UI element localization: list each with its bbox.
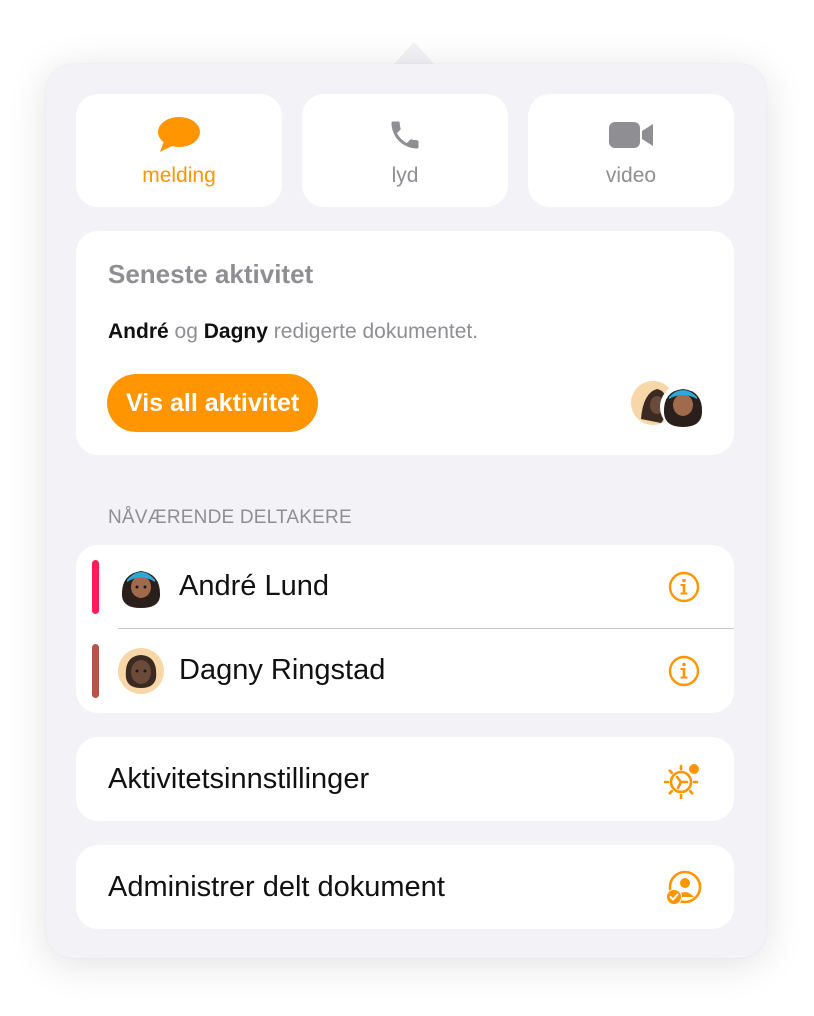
audio-label: lyd xyxy=(391,164,419,187)
participant-color-bar xyxy=(92,560,99,614)
collaboration-popover: melding lyd video Seneste aktivitet Andr… xyxy=(46,64,766,958)
activity-summary: André og Dagny redigerte dokumentet. xyxy=(108,320,478,344)
activity-name-dagny: Dagny xyxy=(203,320,268,343)
activity-description: redigerte dokumentet. xyxy=(273,320,479,343)
participants-list: André Lund Dagny Ringstad xyxy=(76,545,734,713)
participant-row-dagny[interactable]: Dagny Ringstad xyxy=(76,629,734,713)
activity-settings-row[interactable]: Aktivitetsinnstillinger xyxy=(76,737,734,821)
avatar-stack-graphic xyxy=(631,381,706,430)
avatar-andre xyxy=(118,564,164,610)
activity-settings-label: Aktivitetsinnstillinger xyxy=(108,763,370,795)
manage-shared-person-check-icon xyxy=(664,869,702,907)
manage-shared-document-row[interactable]: Administrer delt dokument xyxy=(76,845,734,929)
info-icon[interactable] xyxy=(668,655,700,687)
activity-name-andre: André xyxy=(108,320,169,343)
activity-conjunction: og xyxy=(174,320,198,343)
video-camera-icon xyxy=(607,116,655,154)
participant-avatar-stack xyxy=(631,379,707,431)
recent-activity-card: Seneste aktivitet André og Dagny rediger… xyxy=(76,231,734,455)
participant-name: Dagny Ringstad xyxy=(179,654,386,686)
message-label: melding xyxy=(142,164,216,187)
video-label: video xyxy=(605,164,657,187)
participant-row-andre[interactable]: André Lund xyxy=(76,545,734,629)
popover-arrow xyxy=(392,42,436,66)
participant-name: André Lund xyxy=(179,570,329,602)
message-bubble-icon xyxy=(155,116,203,154)
audio-call-button[interactable]: lyd xyxy=(302,94,508,207)
phone-icon xyxy=(387,116,423,154)
recent-activity-title: Seneste aktivitet xyxy=(108,259,314,289)
activity-settings-gear-icon xyxy=(663,761,702,800)
show-all-activity-button[interactable]: Vis all aktivitet xyxy=(107,374,319,432)
avatar-dagny xyxy=(118,648,164,694)
participants-section-header: NÅVÆRENDE DELTAKERE xyxy=(108,507,352,528)
message-button[interactable]: melding xyxy=(76,94,282,207)
participant-color-bar xyxy=(92,644,99,698)
manage-shared-document-label: Administrer delt dokument xyxy=(108,871,445,903)
info-icon[interactable] xyxy=(668,571,700,603)
video-call-button[interactable]: video xyxy=(528,94,734,207)
